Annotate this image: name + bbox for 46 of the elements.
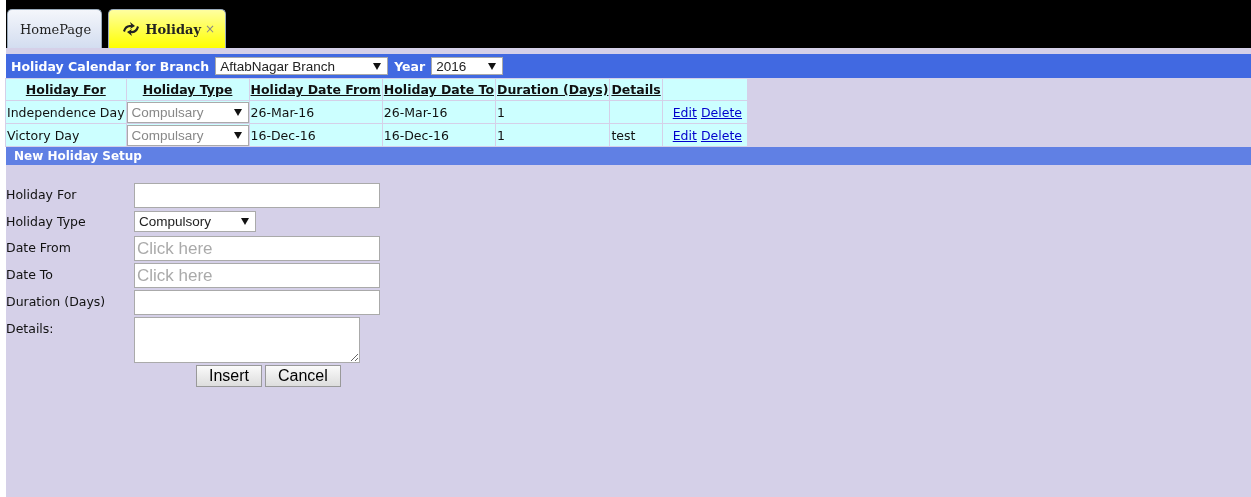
section-title: New Holiday Setup — [14, 149, 142, 163]
insert-button[interactable]: Insert — [196, 365, 262, 387]
column-header: Holiday For — [6, 79, 126, 100]
year-label: Year — [394, 58, 426, 74]
column-header: Details — [610, 79, 662, 100]
field-label: Duration (Days) — [6, 293, 106, 311]
column-header: Holiday Date To — [382, 79, 495, 100]
caret-icon — [241, 218, 249, 225]
refresh-arrows-icon — [121, 22, 142, 36]
table-cell: 26-Mar-16 — [382, 101, 495, 123]
cancel-button[interactable]: Cancel — [265, 365, 341, 387]
tab[interactable]: HomePage — [7, 9, 103, 48]
field-label: Holiday For — [6, 186, 77, 204]
table-cell: 1 — [496, 124, 610, 146]
table-cell: 16-Dec-16 — [382, 124, 495, 146]
field-label: Holiday Type — [6, 213, 86, 231]
input-field[interactable]: Click here — [134, 236, 380, 261]
table-cell: Victory Day — [6, 124, 126, 146]
year-select[interactable]: 2016 — [431, 57, 504, 75]
delete-link[interactable]: Delete — [700, 104, 742, 120]
table-cell: test — [610, 124, 662, 146]
column-header: Holiday Type — [126, 79, 249, 100]
type-select[interactable]: Compulsory — [134, 211, 256, 232]
column-header: Holiday Date From — [249, 79, 382, 100]
table-cell: 1 — [496, 101, 610, 123]
branch-select[interactable]: AftabNagar Branch — [215, 57, 389, 75]
table-cell: 16-Dec-16 — [249, 124, 382, 146]
field-label: Date To — [6, 266, 53, 284]
delete-link[interactable]: Delete — [700, 127, 742, 143]
input-field[interactable] — [134, 183, 380, 208]
caret-icon — [233, 131, 242, 139]
table-cell: 26-Mar-16 — [249, 101, 382, 123]
input-field[interactable] — [134, 290, 380, 315]
edit-link[interactable]: Edit — [672, 127, 697, 143]
calendar-title: Holiday Calendar for Branch — [11, 58, 210, 74]
caret-icon — [373, 62, 382, 70]
input-field[interactable]: Click here — [134, 263, 380, 288]
field-label: Details: — [6, 320, 54, 338]
edit-link[interactable]: Edit — [672, 104, 697, 120]
table-cell: Independence Day — [6, 101, 126, 123]
field-label: Date From — [6, 239, 71, 257]
caret-icon — [233, 108, 242, 116]
caret-icon — [488, 62, 497, 70]
tab[interactable]: Holiday × — [108, 9, 227, 48]
column-header: Duration (Days) — [496, 79, 610, 100]
details-field[interactable] — [134, 317, 360, 363]
